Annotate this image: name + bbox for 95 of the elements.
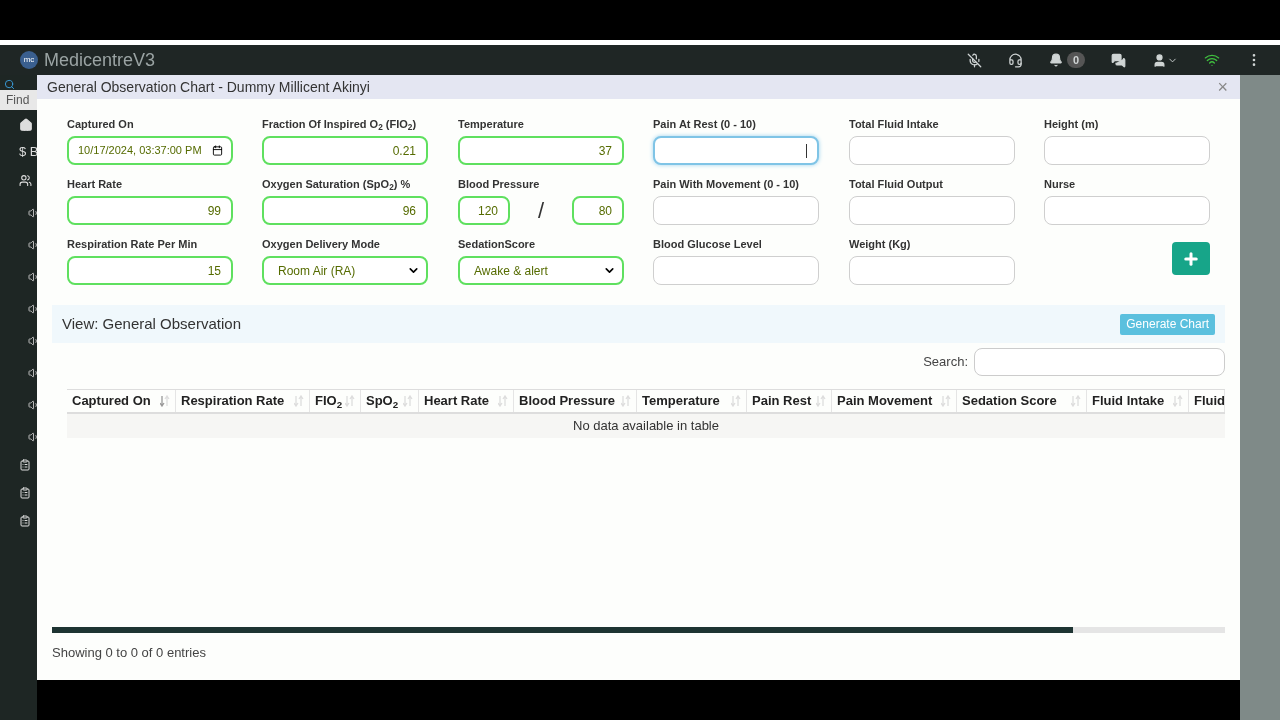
field-label: Fraction Of Inspired O$_{2}$ (FIO$_{2}$) xyxy=(262,117,418,132)
sort-icon xyxy=(1071,395,1081,407)
select-field[interactable]: Room Air (RA) xyxy=(262,256,428,285)
text-field[interactable] xyxy=(653,136,819,165)
user-icon xyxy=(1152,52,1167,68)
field-label: Temperature xyxy=(458,117,525,132)
sort-icon xyxy=(731,395,741,407)
field-label: Nurse xyxy=(1044,177,1077,192)
field-label: Oxygen Saturation (SpO$_{2}$) % xyxy=(262,177,412,192)
speaker-icon[interactable] xyxy=(28,270,40,283)
horizontal-scrollbar[interactable] xyxy=(52,626,1225,633)
column-header[interactable]: Heart Rate xyxy=(419,390,514,412)
speaker-icon[interactable] xyxy=(28,238,40,251)
column-header[interactable]: Captured On xyxy=(67,390,176,412)
field-label: Oxygen Delivery Mode xyxy=(262,237,381,252)
plus-icon xyxy=(1182,249,1200,268)
diastolic-field[interactable]: 80 xyxy=(572,196,624,225)
column-header[interactable]: Pain Rest xyxy=(747,390,832,412)
separator: / xyxy=(537,199,545,222)
field-label: Pain With Movement (0 - 10) xyxy=(653,177,800,192)
user-menu[interactable] xyxy=(1152,52,1178,68)
sort-icon xyxy=(345,395,355,407)
sort-icon xyxy=(294,395,304,407)
search-icon[interactable] xyxy=(4,79,15,90)
field-label: Weight (Kg) xyxy=(849,237,912,252)
text-field[interactable] xyxy=(849,256,1015,285)
wifi-icon[interactable] xyxy=(1204,52,1220,68)
sort-icon xyxy=(621,395,631,407)
field-label: Blood Pressure xyxy=(458,177,541,192)
empty-message: No data available in table xyxy=(573,417,719,436)
speaker-icon[interactable] xyxy=(28,206,40,219)
app-brand: MedicentreV3 xyxy=(44,48,156,72)
logo-icon: mc xyxy=(20,51,38,69)
add-button[interactable] xyxy=(1172,242,1210,275)
column-header[interactable]: Pain Movement xyxy=(832,390,957,412)
text-field[interactable]: 37 xyxy=(458,136,624,165)
field-label: Blood Glucose Level xyxy=(653,237,763,252)
text-field[interactable] xyxy=(849,196,1015,225)
field-label: Total Fluid Output xyxy=(849,177,944,192)
speaker-icon[interactable] xyxy=(28,366,40,379)
text-field[interactable] xyxy=(653,196,819,225)
column-header[interactable]: Blood Pressure xyxy=(514,390,637,412)
mic-off-icon[interactable] xyxy=(966,52,982,68)
modal-title: General Observation Chart - Dummy Millicent Akinyi xyxy=(47,77,370,97)
sort-icon xyxy=(403,395,413,407)
field-label: Height (m) xyxy=(1044,117,1100,132)
bell-icon[interactable] xyxy=(1048,53,1063,67)
chat-icon[interactable] xyxy=(1111,52,1126,68)
field-label: Heart Rate xyxy=(67,177,124,192)
column-header[interactable]: FIO$_{2}$ xyxy=(310,390,361,412)
text-field[interactable] xyxy=(1044,196,1210,225)
clipboard-icon[interactable] xyxy=(19,486,31,499)
text-field[interactable] xyxy=(849,136,1015,165)
sort-icon xyxy=(498,395,508,407)
text-field[interactable] xyxy=(1044,136,1210,165)
home-icon[interactable] xyxy=(19,118,33,132)
systolic-field[interactable]: 120 xyxy=(458,196,510,225)
field-label: Captured On xyxy=(67,117,135,132)
clipboard-icon[interactable] xyxy=(19,458,31,471)
text-field[interactable]: 0.21 xyxy=(262,136,428,165)
notification-count: 0 xyxy=(1066,51,1085,69)
select-field[interactable]: Awake & alert xyxy=(458,256,624,285)
text-field[interactable] xyxy=(653,256,819,285)
text-field[interactable]: 96 xyxy=(262,196,428,225)
sort-icon xyxy=(941,395,951,407)
sidebar-item[interactable]: $ B xyxy=(19,142,39,162)
field-label: SedationScore xyxy=(458,237,537,252)
users-icon[interactable] xyxy=(19,173,32,187)
find-field[interactable]: Find xyxy=(0,90,37,110)
column-header[interactable]: Sedation Score xyxy=(957,390,1087,412)
column-header[interactable]: Temperature xyxy=(637,390,747,412)
column-header[interactable]: Fluid xyxy=(1189,390,1225,412)
speaker-icon[interactable] xyxy=(28,398,40,411)
field-label: Total Fluid Intake xyxy=(849,117,940,132)
speaker-icon[interactable] xyxy=(28,430,40,443)
text-field[interactable]: 15 xyxy=(67,256,233,285)
clipboard-icon[interactable] xyxy=(19,514,31,527)
view-title: View: General Observation xyxy=(62,313,241,334)
speaker-icon[interactable] xyxy=(28,334,40,347)
sort-descending-icon xyxy=(160,395,170,407)
column-header[interactable]: Fluid Intake xyxy=(1087,390,1189,412)
column-header[interactable]: Respiration Rate xyxy=(176,390,310,412)
field-label: Respiration Rate Per Min xyxy=(67,237,199,252)
field-label: Pain At Rest (0 - 10) xyxy=(653,117,757,132)
sort-icon xyxy=(816,395,826,407)
calendar-icon xyxy=(212,145,223,156)
table-info: Showing 0 to 0 of 0 entries xyxy=(52,643,207,662)
column-header[interactable]: SpO$_{2}$ xyxy=(361,390,419,412)
search-label: Search: xyxy=(923,353,968,372)
sort-icon xyxy=(1173,395,1183,407)
speaker-icon[interactable] xyxy=(28,302,40,315)
text-field[interactable]: 99 xyxy=(67,196,233,225)
date-field[interactable]: 10/17/2024, 03:37:00 PM xyxy=(67,136,233,165)
search-field[interactable] xyxy=(974,348,1225,376)
headset-icon[interactable] xyxy=(1007,52,1023,68)
